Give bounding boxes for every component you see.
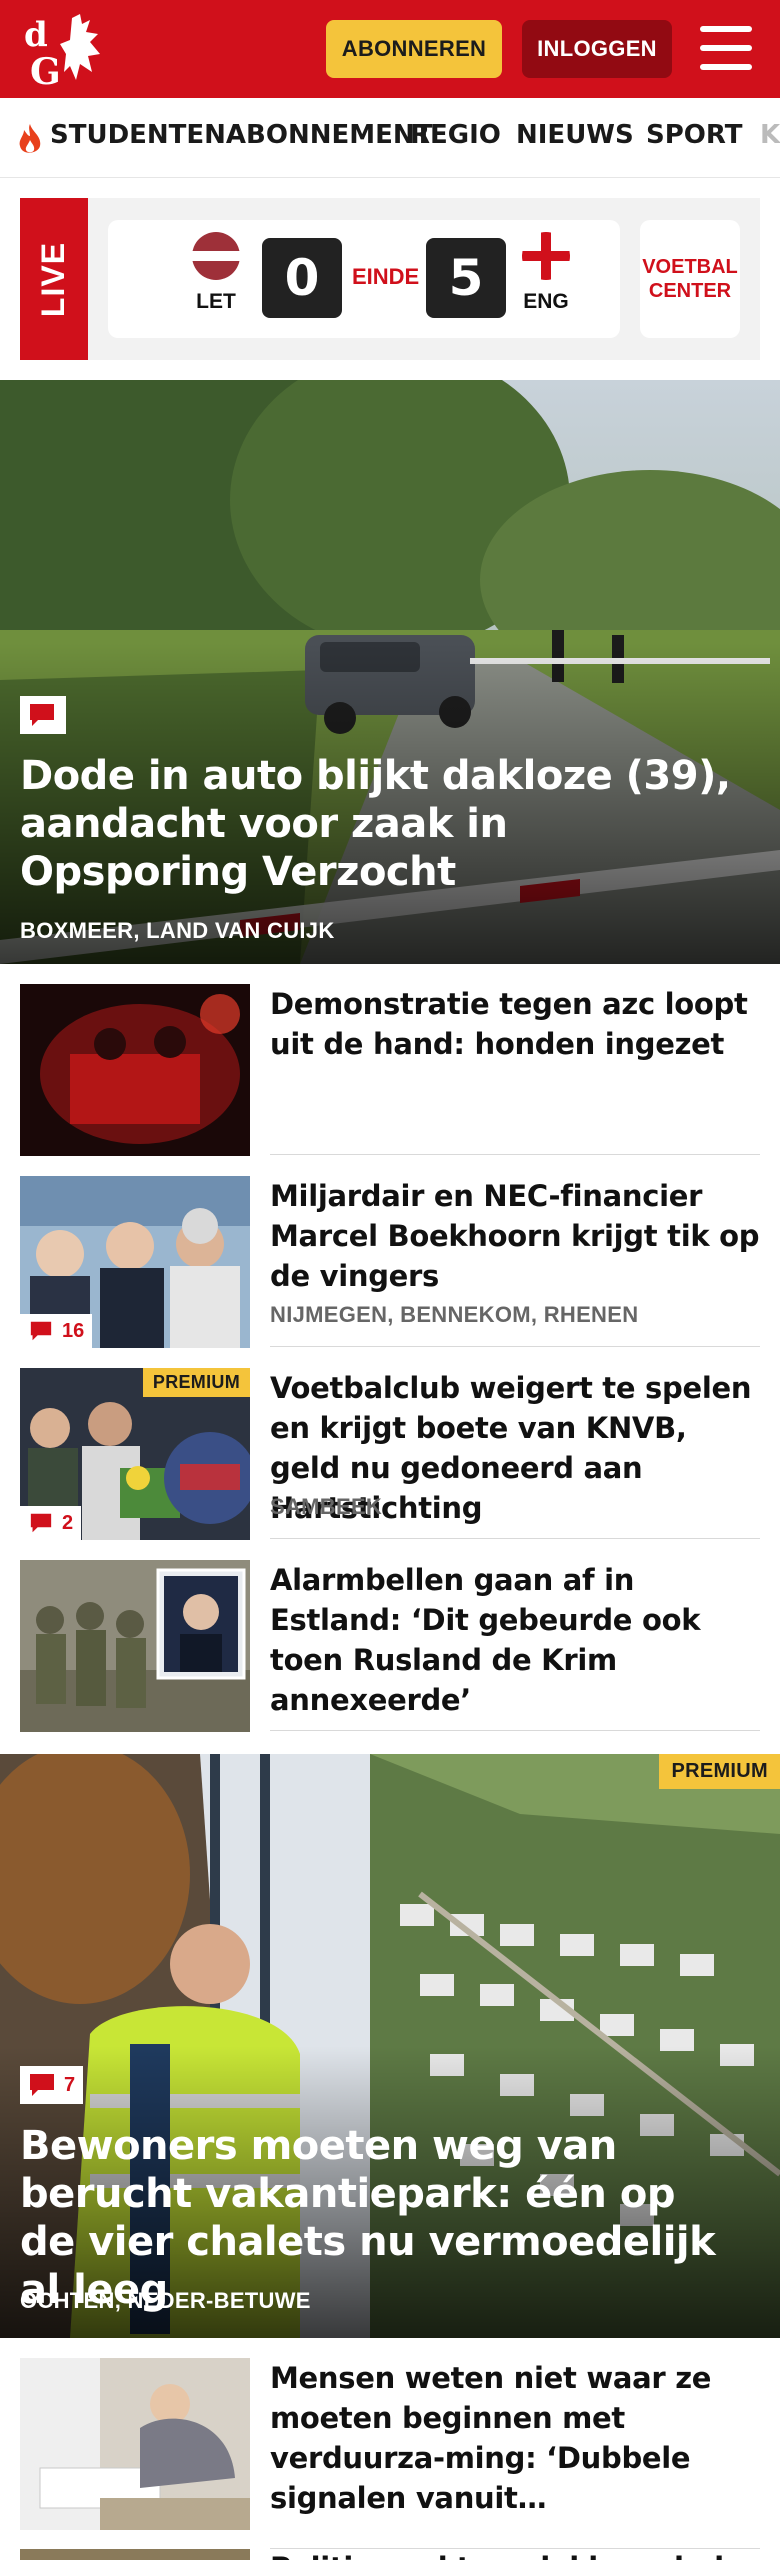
article-thumbnail xyxy=(20,2548,250,2560)
comment-icon xyxy=(30,1321,52,1341)
hero-article-2[interactable]: PREMIUM 7 Bewoners moeten weg van beruch… xyxy=(0,1754,780,2338)
divider xyxy=(270,1730,760,1731)
list-item[interactable]: Politie zoekt na dakloze dode in xyxy=(20,2548,760,2560)
flame-icon xyxy=(19,124,41,153)
vc-label-2: CENTER xyxy=(648,280,732,302)
comment-count: 7 xyxy=(64,2073,76,2096)
nav-item-studentenabonnement[interactable]: STUDENTENABONNEMENT xyxy=(50,120,432,150)
nav-item-nieuws[interactable]: NIEUWS xyxy=(516,120,634,150)
top-bar: d G ABONNEREN INLOGGEN xyxy=(0,0,780,98)
england-flag-icon xyxy=(522,232,570,280)
hero-location: BOXMEER, LAND VAN CUIJK xyxy=(20,918,335,943)
comment-icon xyxy=(30,704,54,726)
article-title[interactable]: Mensen weten niet waar ze moeten beginne… xyxy=(270,2358,760,2518)
article-title[interactable]: Demonstratie tegen azc loopt uit de hand… xyxy=(270,984,760,1064)
menu-icon[interactable] xyxy=(700,26,752,70)
live-score-widget: LIVE LET 0 EINDE 5 ENG VOETBAL CENTER xyxy=(20,198,760,360)
divider xyxy=(270,1154,760,1155)
svg-text:G: G xyxy=(30,51,61,90)
login-button[interactable]: INLOGGEN xyxy=(522,20,672,78)
home-score: 0 xyxy=(262,238,342,318)
match-card[interactable]: LET 0 EINDE 5 ENG xyxy=(108,220,620,338)
article-thumbnail: 16 xyxy=(20,1176,250,1348)
article-thumbnail: PREMIUM 2 xyxy=(20,1368,250,1540)
article-thumbnail xyxy=(20,984,250,1156)
article-thumbnail xyxy=(20,2358,250,2530)
article-title[interactable]: Politie zoekt na dakloze dode in xyxy=(270,2548,760,2560)
nav-item-partial[interactable]: K xyxy=(760,120,780,150)
comment-icon xyxy=(30,1513,52,1533)
list-item[interactable]: Mensen weten niet waar ze moeten beginne… xyxy=(20,2358,760,2550)
article-title[interactable]: Miljardair en NEC-financier Marcel Boekh… xyxy=(270,1176,760,1296)
premium-badge: PREMIUM xyxy=(142,1368,250,1397)
nav-item-regio[interactable]: REGIO xyxy=(410,120,501,150)
comment-badge: 2 xyxy=(20,1506,82,1540)
article-location: NIJMEGEN, BENNEKOM, RHENEN xyxy=(270,1302,639,1327)
svg-text:d: d xyxy=(24,15,48,55)
list-item[interactable]: Alarmbellen gaan af in Estland: ‘Dit geb… xyxy=(20,1560,760,1752)
comment-count: 16 xyxy=(62,1319,85,1342)
divider xyxy=(270,1346,760,1347)
hero-title[interactable]: Dode in auto blijkt dakloze (39), aandac… xyxy=(20,752,740,896)
voetbal-center-button[interactable]: VOETBAL CENTER xyxy=(640,220,740,338)
live-label: LIVE xyxy=(35,241,72,317)
comment-badge: 7 xyxy=(20,2066,84,2104)
comment-badge xyxy=(20,696,66,734)
dg-logo[interactable]: d G xyxy=(20,10,116,90)
vc-label-1: VOETBAL xyxy=(642,256,738,278)
hero-article-1[interactable]: Dode in auto blijkt dakloze (39), aandac… xyxy=(0,380,780,964)
article-thumbnail xyxy=(20,1560,250,1732)
live-tag: LIVE xyxy=(20,198,88,360)
list-item[interactable]: PREMIUM 2 Voetbalclub weigert te spelen … xyxy=(20,1368,760,1560)
article-title[interactable]: Alarmbellen gaan af in Estland: ‘Dit geb… xyxy=(270,1560,760,1720)
comment-count: 2 xyxy=(62,1511,74,1534)
comment-icon xyxy=(30,2074,54,2096)
premium-badge: PREMIUM xyxy=(659,1754,780,1789)
match-status: EINDE xyxy=(352,264,420,289)
away-score: 5 xyxy=(426,238,506,318)
hero-location: OCHTEN, NEDER-BETUWE xyxy=(20,2288,311,2313)
away-team-code: ENG xyxy=(523,290,569,313)
nav-item-sport[interactable]: SPORT xyxy=(646,120,742,150)
subscribe-button[interactable]: ABONNEREN xyxy=(326,20,502,78)
section-nav: STUDENTENABONNEMENT REGIO NIEUWS SPORT K xyxy=(0,98,780,178)
list-item[interactable]: 16 Miljardair en NEC-financier Marcel Bo… xyxy=(20,1176,760,1368)
article-location: SAMBEEK xyxy=(270,1494,383,1519)
home-team-code: LET xyxy=(196,290,236,313)
list-item[interactable]: Demonstratie tegen azc loopt uit de hand… xyxy=(20,984,760,1176)
comment-badge: 16 xyxy=(20,1314,93,1348)
divider xyxy=(270,1538,760,1539)
hero-title[interactable]: Bewoners moeten weg van berucht vakantie… xyxy=(20,2122,740,2314)
latvia-flag-icon xyxy=(192,232,240,280)
